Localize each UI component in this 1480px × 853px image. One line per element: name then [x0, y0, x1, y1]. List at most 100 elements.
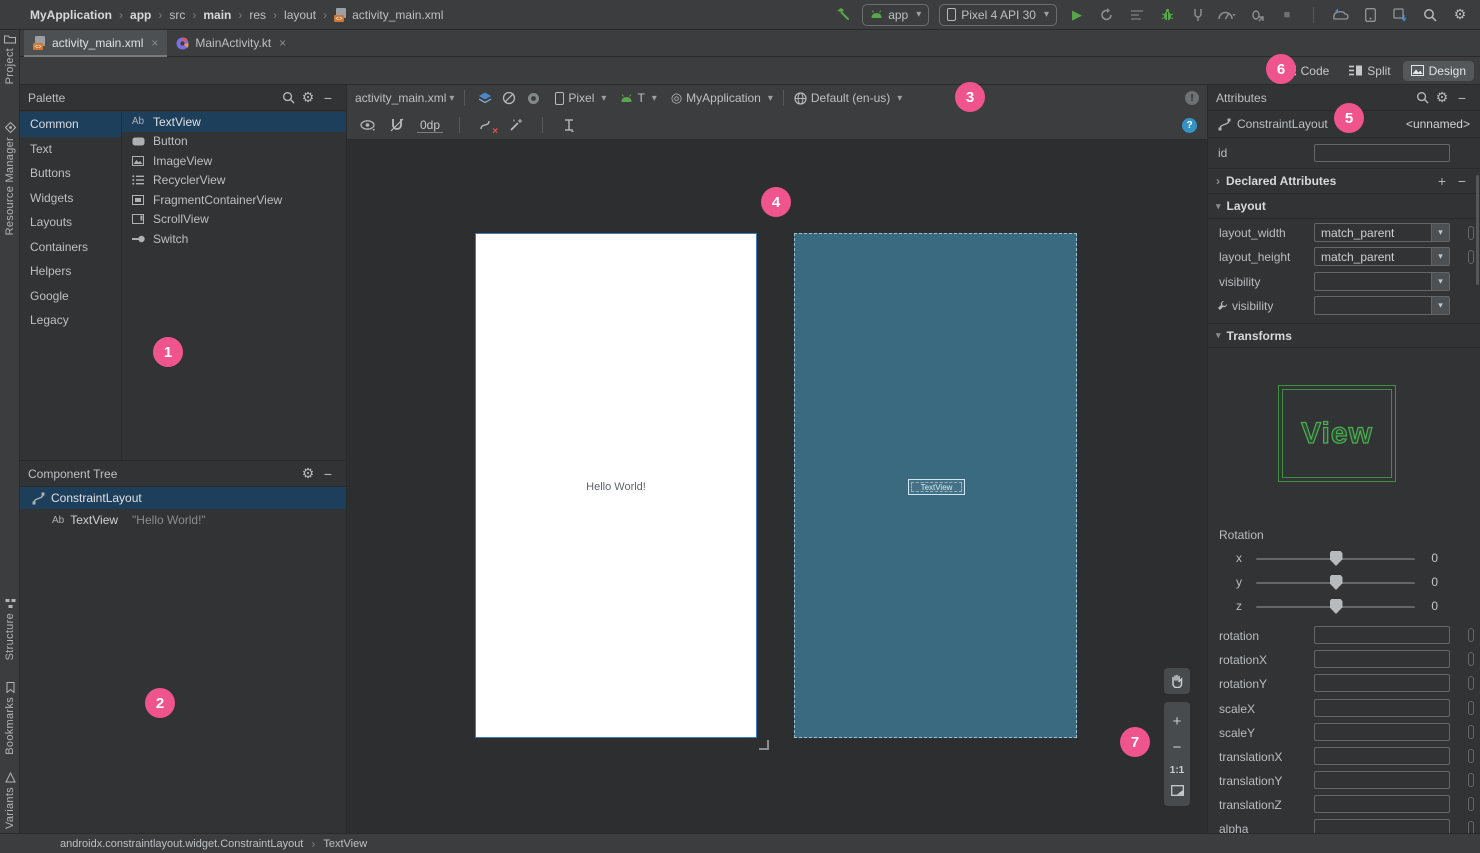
- design-file-select[interactable]: activity_main.xml ▾: [355, 91, 454, 105]
- tree-item-constraintlayout[interactable]: ConstraintLayout: [20, 487, 346, 509]
- tab-activity-main-xml[interactable]: <> activity_main.xml ×: [24, 29, 168, 57]
- autoconnect-magnet-icon[interactable]: [387, 115, 407, 135]
- palette-item-scrollview[interactable]: ScrollView: [122, 210, 346, 230]
- help-icon[interactable]: ?: [1182, 117, 1197, 133]
- palette-category-widgets[interactable]: Widgets: [20, 186, 121, 211]
- palette-item-button[interactable]: Button: [122, 132, 346, 152]
- tools-toggle-pill[interactable]: [1468, 749, 1474, 763]
- remove-attribute-button[interactable]: −: [1452, 171, 1472, 191]
- design-surface-select-icon[interactable]: [475, 88, 495, 108]
- device-manager-icon[interactable]: [1360, 5, 1380, 25]
- default-margins-button[interactable]: 0dp: [417, 118, 444, 133]
- target-device-select[interactable]: Pixel 4 API 30 ▾: [939, 3, 1057, 26]
- stop-button[interactable]: ■: [1277, 5, 1297, 25]
- device-resize-handle[interactable]: [759, 740, 769, 750]
- search-icon[interactable]: [278, 88, 298, 108]
- palette-category-helpers[interactable]: Helpers: [20, 259, 121, 284]
- hide-panel-icon[interactable]: −: [1452, 88, 1472, 108]
- breadcrumb-file[interactable]: activity_main.xml: [352, 8, 443, 22]
- transforms-section-header[interactable]: ▾ Transforms: [1208, 323, 1480, 348]
- palette-category-legacy[interactable]: Legacy: [20, 308, 121, 333]
- orientation-icon[interactable]: [499, 88, 519, 108]
- gear-icon[interactable]: ⚙: [298, 88, 318, 108]
- tool-window-bookmarks[interactable]: Bookmarks: [0, 682, 20, 755]
- tool-window-project[interactable]: Project: [0, 34, 20, 84]
- palette-category-text[interactable]: Text: [20, 137, 121, 162]
- palette-category-buttons[interactable]: Buttons: [20, 161, 121, 186]
- status-path-textview[interactable]: TextView: [323, 838, 367, 850]
- rerun-icon[interactable]: [1097, 5, 1117, 25]
- blueprint-textview[interactable]: TextView: [908, 479, 965, 495]
- tools-toggle-pill[interactable]: [1468, 725, 1474, 739]
- close-icon[interactable]: ×: [151, 36, 158, 50]
- tools-toggle-pill[interactable]: [1468, 628, 1474, 642]
- zoom-to-fit-button[interactable]: [1170, 784, 1184, 796]
- settings-gear-icon[interactable]: ⚙: [1450, 5, 1470, 25]
- palette-item-switch[interactable]: Switch: [122, 229, 346, 249]
- design-view-device-screen[interactable]: Hello World!: [475, 233, 757, 738]
- breadcrumb-res[interactable]: res: [249, 8, 266, 22]
- tools-toggle-pill[interactable]: [1468, 250, 1474, 264]
- build-hammer-icon[interactable]: [832, 5, 852, 25]
- palette-item-fragmentcontainerview[interactable]: FragmentContainerView: [122, 190, 346, 210]
- translationZ-input[interactable]: [1314, 795, 1450, 813]
- alpha-input[interactable]: [1314, 819, 1450, 833]
- mode-design-button[interactable]: Design: [1402, 60, 1474, 81]
- rotation-z-slider[interactable]: [1256, 599, 1415, 614]
- layout-width-select[interactable]: match_parent ▾: [1314, 223, 1450, 242]
- status-path-constraintlayout[interactable]: androidx.constraintlayout.widget.Constra…: [60, 838, 303, 850]
- zoom-in-button[interactable]: +: [1173, 713, 1182, 730]
- issue-panel-icon[interactable]: !: [1185, 91, 1199, 105]
- profile-list-icon[interactable]: [1127, 5, 1147, 25]
- tools-toggle-pill[interactable]: [1468, 773, 1474, 787]
- translationY-input[interactable]: [1314, 771, 1450, 789]
- blueprint-view-device-screen[interactable]: TextView: [794, 233, 1077, 738]
- palette-category-common[interactable]: Common: [20, 112, 121, 137]
- tools-toggle-pill[interactable]: [1468, 676, 1474, 690]
- run-button[interactable]: ▶: [1067, 5, 1087, 25]
- view-options-eye-icon[interactable]: [357, 115, 377, 135]
- zoom-out-button[interactable]: −: [1173, 739, 1182, 756]
- hide-panel-icon[interactable]: −: [318, 464, 338, 484]
- breadcrumb-layout[interactable]: layout: [284, 8, 316, 22]
- add-attribute-button[interactable]: +: [1432, 171, 1452, 191]
- hello-world-textview[interactable]: Hello World!: [476, 481, 756, 493]
- zoom-actual-size-button[interactable]: 1:1: [1170, 765, 1184, 776]
- translationX-input[interactable]: [1314, 747, 1450, 765]
- rotation-y-slider[interactable]: [1256, 575, 1415, 590]
- apply-changes-bug-icon[interactable]: [1247, 5, 1267, 25]
- theme-select[interactable]: ◎ MyApplication ▾: [671, 90, 773, 106]
- debug-bug-icon[interactable]: [1157, 5, 1177, 25]
- palette-category-containers[interactable]: Containers: [20, 235, 121, 260]
- tools-toggle-pill[interactable]: [1468, 797, 1474, 811]
- design-canvas[interactable]: Hello World! TextView + − 1:1: [347, 140, 1207, 833]
- breadcrumb-project[interactable]: MyApplication: [30, 8, 112, 22]
- clear-constraints-icon[interactable]: ×: [476, 115, 498, 137]
- declared-attributes-section[interactable]: › Declared Attributes + −: [1208, 168, 1480, 194]
- breadcrumb-src[interactable]: src: [169, 8, 185, 22]
- id-input[interactable]: [1314, 144, 1450, 162]
- gradle-sync-icon[interactable]: [1330, 5, 1350, 25]
- layout-section-header[interactable]: ▾ Layout: [1208, 194, 1480, 219]
- hide-panel-icon[interactable]: −: [318, 88, 338, 108]
- attach-debugger-icon[interactable]: [1187, 5, 1207, 25]
- tools-toggle-pill[interactable]: [1468, 821, 1474, 833]
- tools-toggle-pill[interactable]: [1468, 701, 1474, 715]
- infer-constraints-wand-icon[interactable]: [506, 115, 526, 135]
- visibility-select[interactable]: ▾: [1314, 272, 1450, 291]
- palette-category-layouts[interactable]: Layouts: [20, 210, 121, 235]
- breadcrumb-main[interactable]: main: [203, 8, 231, 22]
- profiler-icon[interactable]: [1217, 5, 1237, 25]
- palette-item-imageview[interactable]: ImageView: [122, 151, 346, 171]
- gear-icon[interactable]: ⚙: [1432, 88, 1452, 108]
- sdk-manager-icon[interactable]: [1390, 5, 1410, 25]
- guidelines-icon[interactable]: [559, 115, 579, 135]
- tools-toggle-pill[interactable]: [1468, 226, 1474, 240]
- attributes-scrollbar[interactable]: [1476, 175, 1479, 285]
- tree-item-textview[interactable]: Ab TextView "Hello World!": [20, 509, 346, 531]
- search-icon[interactable]: [1420, 5, 1440, 25]
- breadcrumb-app[interactable]: app: [130, 8, 151, 22]
- api-version-select[interactable]: T ▾: [620, 91, 657, 105]
- tools-visibility-select[interactable]: ▾: [1314, 296, 1450, 315]
- scaleX-input[interactable]: [1314, 699, 1450, 717]
